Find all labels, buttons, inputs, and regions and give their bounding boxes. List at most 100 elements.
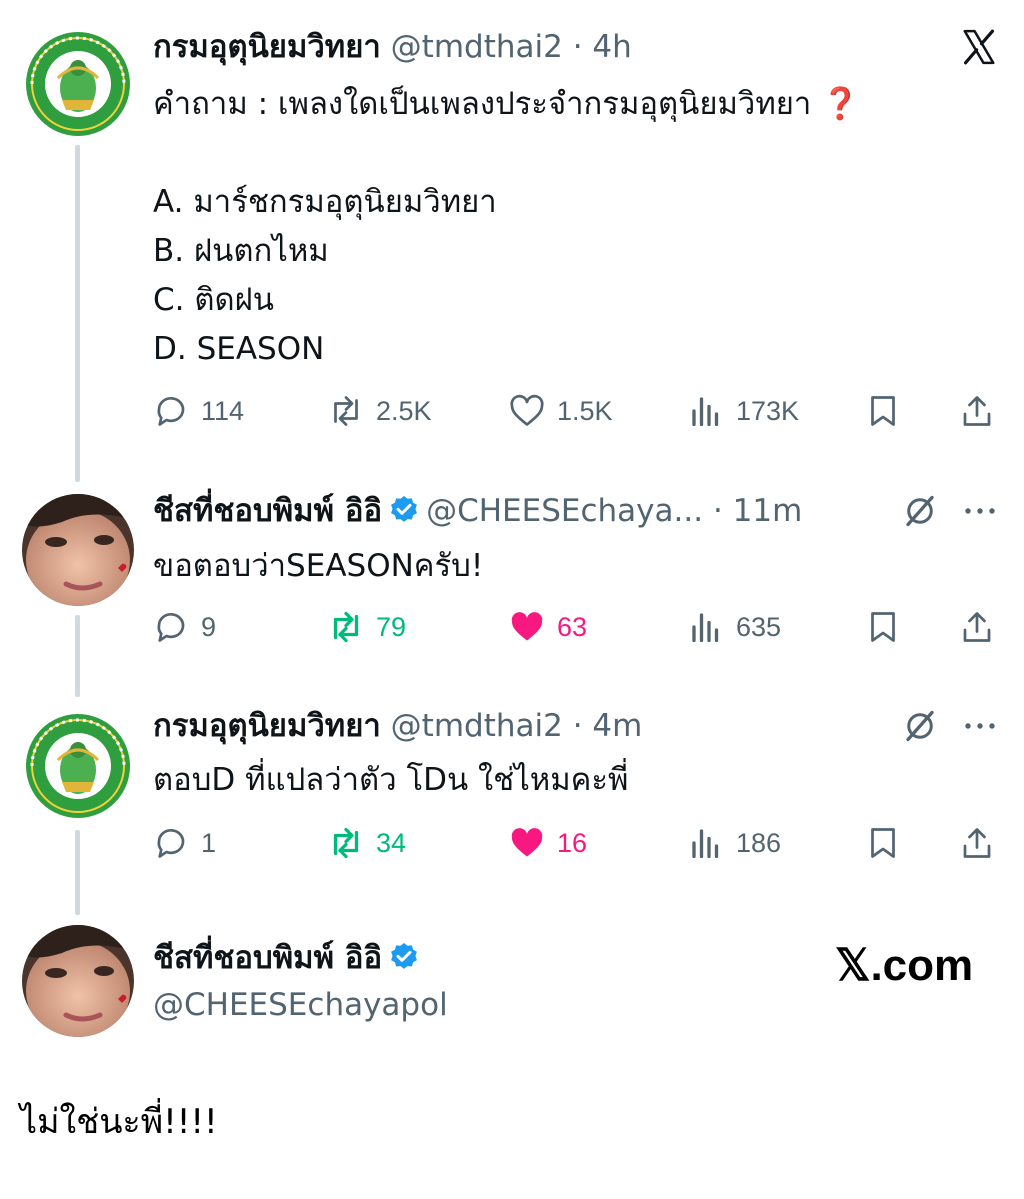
like-button[interactable]: 1.5K [509,391,613,431]
views-button[interactable]: 173K [688,391,799,431]
repost-button[interactable]: 2.5K [328,391,432,431]
like-count: 16 [557,827,588,858]
avatar[interactable] [22,494,134,606]
post-body: ขอตอบว่าSEASONครับ! [153,542,483,591]
author-name[interactable]: กรมอุตุนิยมวิทยา [153,29,381,65]
like-count: 1.5K [557,395,613,426]
repost-count: 34 [376,827,407,858]
grok-slash-icon[interactable] [902,493,938,529]
views-icon [692,613,719,643]
verified-badge-icon [391,943,418,969]
like-button[interactable]: 63 [509,607,587,647]
bookmark-icon [871,828,895,858]
share-button[interactable] [959,823,1007,863]
post-text-line: D. SEASON [153,331,325,367]
x-com-watermark: 𝕏.com [835,941,974,990]
caption-text: ไม่ใช่นะพี่!!!! [20,1102,218,1142]
profile-handle-row: @CHEESEchayapol [153,985,448,1025]
post-text-line [153,129,860,178]
heart-filled-icon [511,612,543,641]
author-name[interactable]: ชีสที่ชอบพิมพ์ อิอิ [153,493,382,529]
share-icon [963,612,991,642]
repost-count: 79 [376,611,407,642]
views-icon [692,829,719,859]
reply-icon [157,612,185,642]
x-logo-icon[interactable] [960,28,998,66]
avatar[interactable] [22,925,134,1037]
repost-button[interactable]: 79 [328,607,406,647]
post-body: ตอบD ที่แปลว่าตัว โDน ใช่ไหมคะพี่ [153,756,628,805]
share-button[interactable] [959,391,1007,431]
post-time[interactable]: 11m [733,493,803,529]
separator-dot: · [572,708,583,744]
action-bar: 1 34 16 186 [153,823,1003,863]
bookmark-button[interactable] [865,823,913,863]
profile-handle[interactable]: @CHEESEchayapol [153,987,448,1023]
thread-line [75,615,80,697]
profile-name[interactable]: ชีสที่ชอบพิมพ์ อิอิ [153,940,382,976]
profile-name-row: ชีสที่ชอบพิมพ์ อิอิ [153,938,426,978]
views-button[interactable]: 635 [688,607,781,647]
reply-icon [157,828,185,858]
views-button[interactable]: 186 [688,823,781,863]
post-header: กรมอุตุนิยมวิทยา @tmdthai2 · 4m [153,706,642,746]
post-time[interactable]: 4h [592,29,631,65]
bookmark-button[interactable] [865,607,913,647]
reply-button[interactable]: 9 [153,607,216,647]
user-photo-icon [22,494,134,606]
author-handle[interactable]: @CHEESEchaya... [426,493,703,529]
post-text-line: คำถาม : เพลงใดเป็นเพลงประจำกรมอุตุนิยมวิ… [153,86,860,122]
post-header: กรมอุตุนิยมวิทยา @tmdthai2 · 4h [153,27,632,67]
post-text-line: B. ฝนตกไหม [153,233,329,269]
action-bar: 9 79 63 635 [153,607,1003,647]
reply-button[interactable]: 114 [153,391,244,431]
post-header: ชีสที่ชอบพิมพ์ อิอิ @CHEESEchaya... · 11m [153,491,802,531]
avatar[interactable] [22,710,134,822]
post-text-line: A. มาร์ชกรมอุตุนิยมวิทยา [153,184,497,220]
post-time[interactable]: 4m [592,708,642,744]
heart-filled-icon [511,828,543,857]
meteorological-seal-icon [22,28,134,140]
share-button[interactable] [959,607,1007,647]
reply-count: 114 [201,395,245,426]
thread-line [75,830,80,915]
bookmark-icon [871,396,895,426]
post-text-line: ตอบD ที่แปลว่าตัว โDน ใช่ไหมคะพี่ [153,762,629,798]
bookmark-icon [871,612,895,642]
post-text-line: C. ติดฝน [153,282,274,318]
repost-icon [334,396,358,426]
action-bar: 114 2.5K 1.5K 173K [153,391,1003,431]
more-dots-icon[interactable] [962,708,998,744]
repost-icon [333,611,359,643]
share-icon [963,396,991,426]
reply-icon [157,396,185,426]
separator-dot: · [572,29,583,65]
repost-icon [333,827,359,859]
post-text-line: ขอตอบว่าSEASONครับ! [153,548,484,584]
author-name[interactable]: กรมอุตุนิยมวิทยา [153,708,381,744]
grok-slash-icon[interactable] [902,708,938,744]
meteorological-seal-icon [22,710,134,822]
author-handle[interactable]: @tmdthai2 [391,708,563,744]
separator-dot: · [712,493,723,529]
views-count: 635 [736,611,782,642]
user-photo-icon [22,925,134,1037]
views-icon [692,397,719,427]
reply-count: 9 [201,611,217,642]
more-dots-icon[interactable] [962,493,998,529]
avatar[interactable] [22,28,134,140]
repost-count: 2.5K [376,395,432,426]
author-handle[interactable]: @tmdthai2 [391,29,563,65]
repost-button[interactable]: 34 [328,823,406,863]
verified-badge-icon [391,496,418,522]
views-count: 173K [736,395,800,426]
heart-icon [510,394,544,426]
like-count: 63 [557,611,588,642]
share-icon [963,828,991,858]
bookmark-button[interactable] [865,391,913,431]
views-count: 186 [736,827,782,858]
like-button[interactable]: 16 [509,823,587,863]
post-body: คำถาม : เพลงใดเป็นเพลงประจำกรมอุตุนิยมวิ… [153,80,860,374]
reply-button[interactable]: 1 [153,823,216,863]
reply-count: 1 [201,827,217,858]
